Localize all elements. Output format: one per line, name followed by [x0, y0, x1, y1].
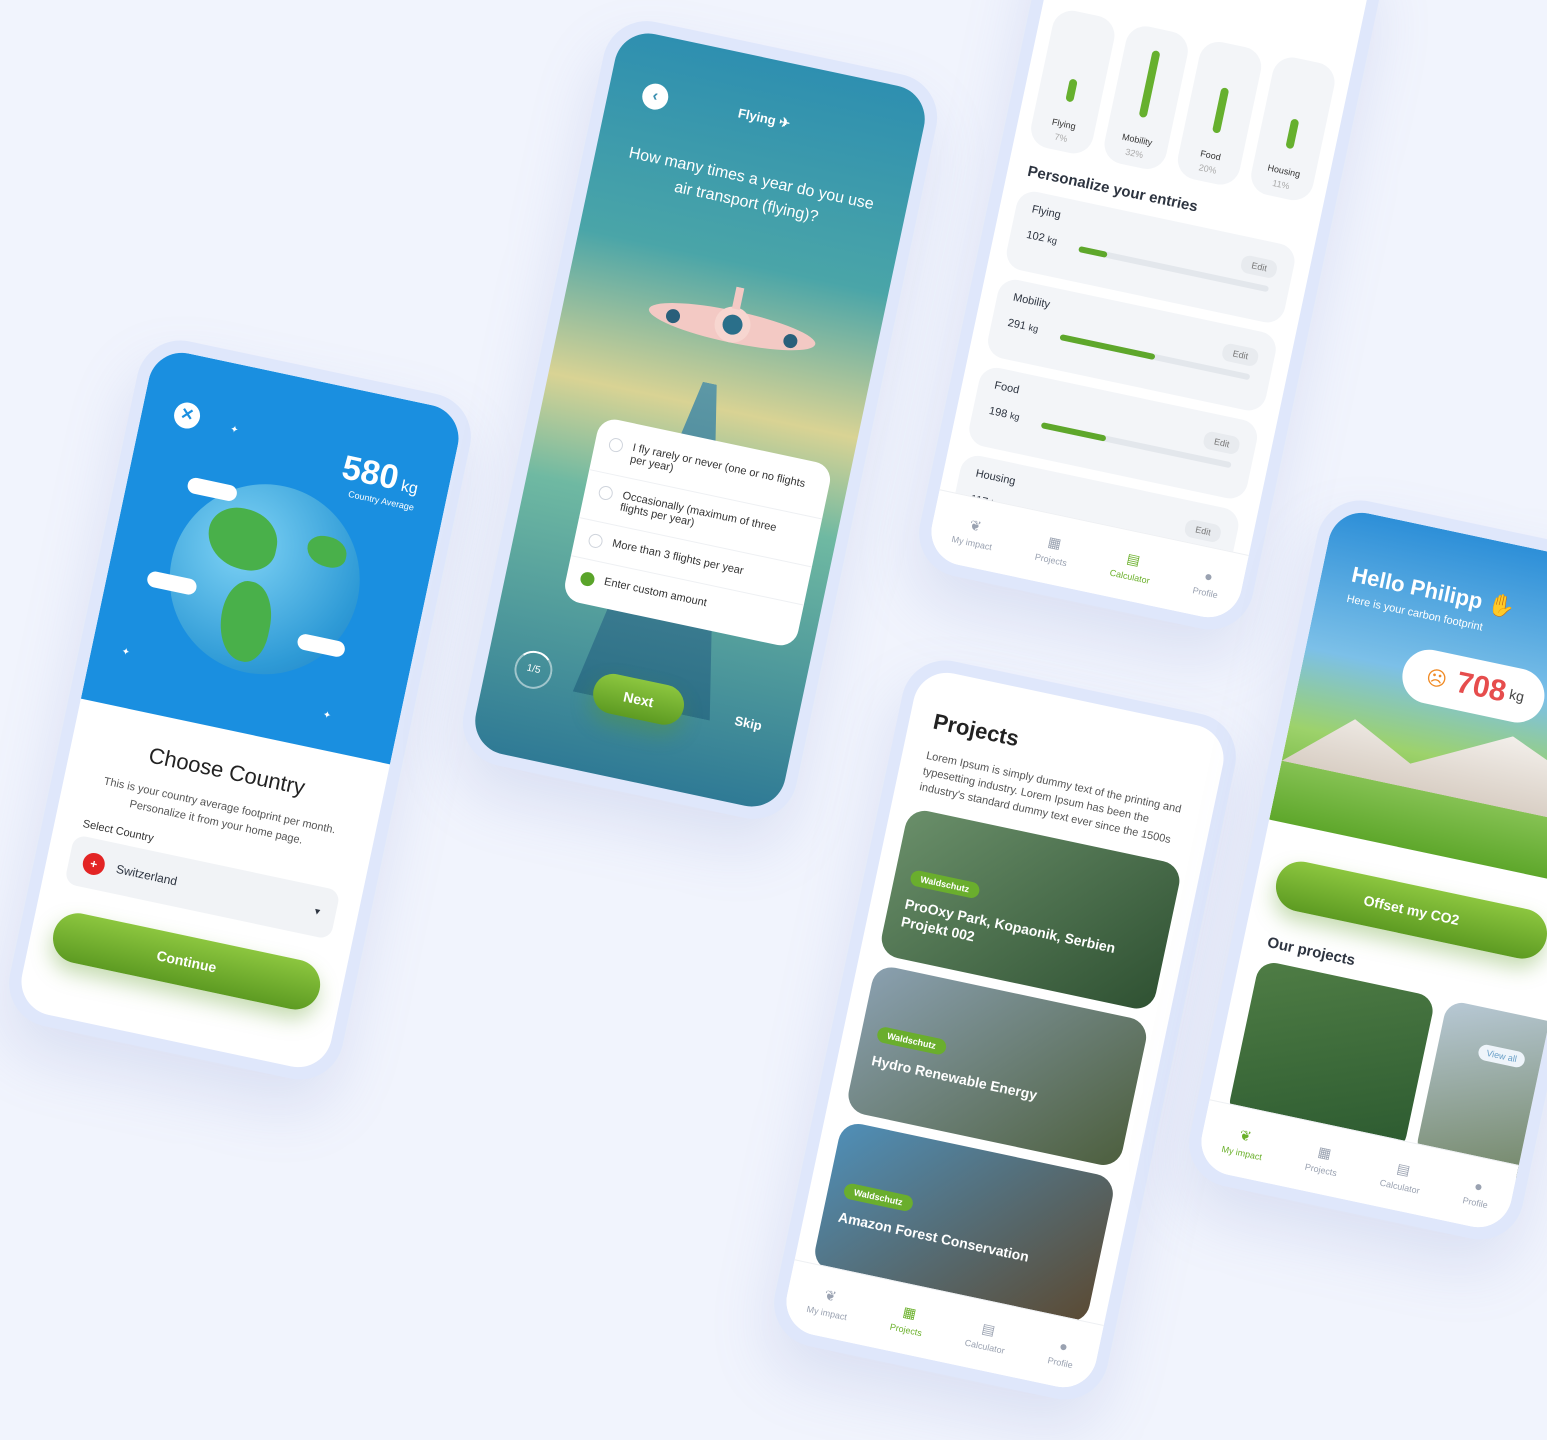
project-tag: Waldschutz — [842, 1182, 915, 1213]
bar-fill — [1284, 118, 1299, 150]
nav-calculator[interactable]: ▤ Calculator — [1379, 1157, 1425, 1196]
grid-icon: ▦ — [1316, 1143, 1333, 1162]
entry-value: 198 kg — [987, 404, 1021, 423]
bar-fill — [1138, 50, 1160, 119]
nav-profile[interactable]: ● Profile — [1192, 565, 1223, 600]
nav-projects[interactable]: ▦ Projects — [1034, 531, 1072, 568]
hero-globe: ✕ 580 kg Country Average ✦ ✦ ✦ — [80, 346, 465, 765]
home-screen: Hello Philipp ✋ Here is your carbon foot… — [1195, 506, 1547, 1234]
phone-choose-country: ✕ 580 kg Country Average ✦ ✦ ✦ Choose Co… — [0, 332, 480, 1088]
plane-icon: ✈ — [777, 114, 792, 132]
project-tag: Waldschutz — [875, 1025, 948, 1056]
entry-value: 102 kg — [1025, 228, 1058, 247]
airplane-illustration — [648, 286, 816, 351]
project-name: ProOxy Park, Kopaonik, Serbien Projekt 0… — [899, 895, 1117, 956]
bar-fill — [1211, 86, 1229, 134]
footprint-value: 708 — [1453, 665, 1510, 709]
entry-value: 291 kg — [1006, 316, 1040, 335]
close-icon[interactable]: ✕ — [171, 400, 203, 431]
entry-fill — [1040, 422, 1107, 442]
calculator-screen: Flying 7% Mobility 32% Food 20% Housing 11% Per… — [925, 0, 1375, 624]
nav-my-impact[interactable]: ❦ My impact — [1221, 1123, 1268, 1162]
user-icon: ● — [1472, 1176, 1485, 1195]
nav-calculator[interactable]: ▤ Calculator — [964, 1317, 1010, 1356]
project-name: Amazon Forest Conservation — [836, 1208, 1031, 1265]
choose-country-screen: ✕ 580 kg Country Average ✦ ✦ ✦ Choose Co… — [15, 346, 465, 1074]
nav-my-impact[interactable]: ❦ My impact — [806, 1283, 853, 1322]
projects-screen: Projects Lorem Ipsum is simply dummy tex… — [780, 666, 1230, 1394]
bar-fill — [1064, 78, 1078, 103]
checkmark-icon — [579, 570, 596, 588]
nav-projects[interactable]: ▦ Projects — [889, 1301, 927, 1338]
sad-face-icon: ☹ — [1424, 665, 1450, 692]
amount-unit: kg — [399, 477, 420, 498]
category-bar: Housing 11% — [1247, 53, 1339, 204]
phone-projects: Projects Lorem Ipsum is simply dummy tex… — [765, 652, 1245, 1408]
footprint-pill: ☹ 708 kg — [1397, 644, 1547, 728]
answer-options: I fly rarely or never (one or no flights… — [561, 416, 834, 649]
chevron-down-icon: ▼ — [311, 905, 323, 918]
nav-my-impact[interactable]: ❦ My impact — [951, 513, 998, 552]
nav-projects[interactable]: ▦ Projects — [1304, 1141, 1342, 1178]
nav-calculator[interactable]: ▤ Calculator — [1109, 547, 1155, 586]
user-icon: ● — [1057, 1336, 1070, 1355]
phone-flying-question: ‹ Flying ✈ How many times a year do you … — [454, 12, 946, 828]
nav-profile[interactable]: ● Profile — [1462, 1175, 1493, 1210]
skip-link[interactable]: Skip — [733, 713, 763, 733]
entry-fill — [1059, 334, 1156, 361]
project-tag: Waldschutz — [909, 869, 981, 900]
grid-icon: ▦ — [901, 1303, 918, 1322]
user-icon: ● — [1202, 566, 1215, 585]
footprint-unit: kg — [1507, 685, 1526, 705]
grid-icon: ▦ — [1046, 533, 1063, 552]
home-hero: Hello Philipp ✋ Here is your carbon foot… — [1269, 506, 1547, 886]
country-average: 580 kg Country Average — [336, 448, 423, 512]
category-bar: Food 20% — [1174, 38, 1265, 189]
swiss-flag-icon: + — [80, 850, 107, 878]
progress-indicator: 1/5 — [510, 647, 556, 693]
wave-icon: ✋ — [1485, 590, 1518, 621]
category-bar: Flying 7% — [1027, 7, 1119, 158]
flying-question-screen: ‹ Flying ✈ How many times a year do you … — [468, 27, 932, 813]
project-name: Hydro Renewable Energy — [870, 1052, 1039, 1103]
entry-fill — [1078, 246, 1108, 258]
question-text: How many times a year do you use air tra… — [627, 144, 876, 226]
nav-profile[interactable]: ● Profile — [1047, 1335, 1078, 1370]
category-bar: Mobility 32% — [1100, 22, 1192, 173]
selected-country: Switzerland — [114, 861, 179, 889]
